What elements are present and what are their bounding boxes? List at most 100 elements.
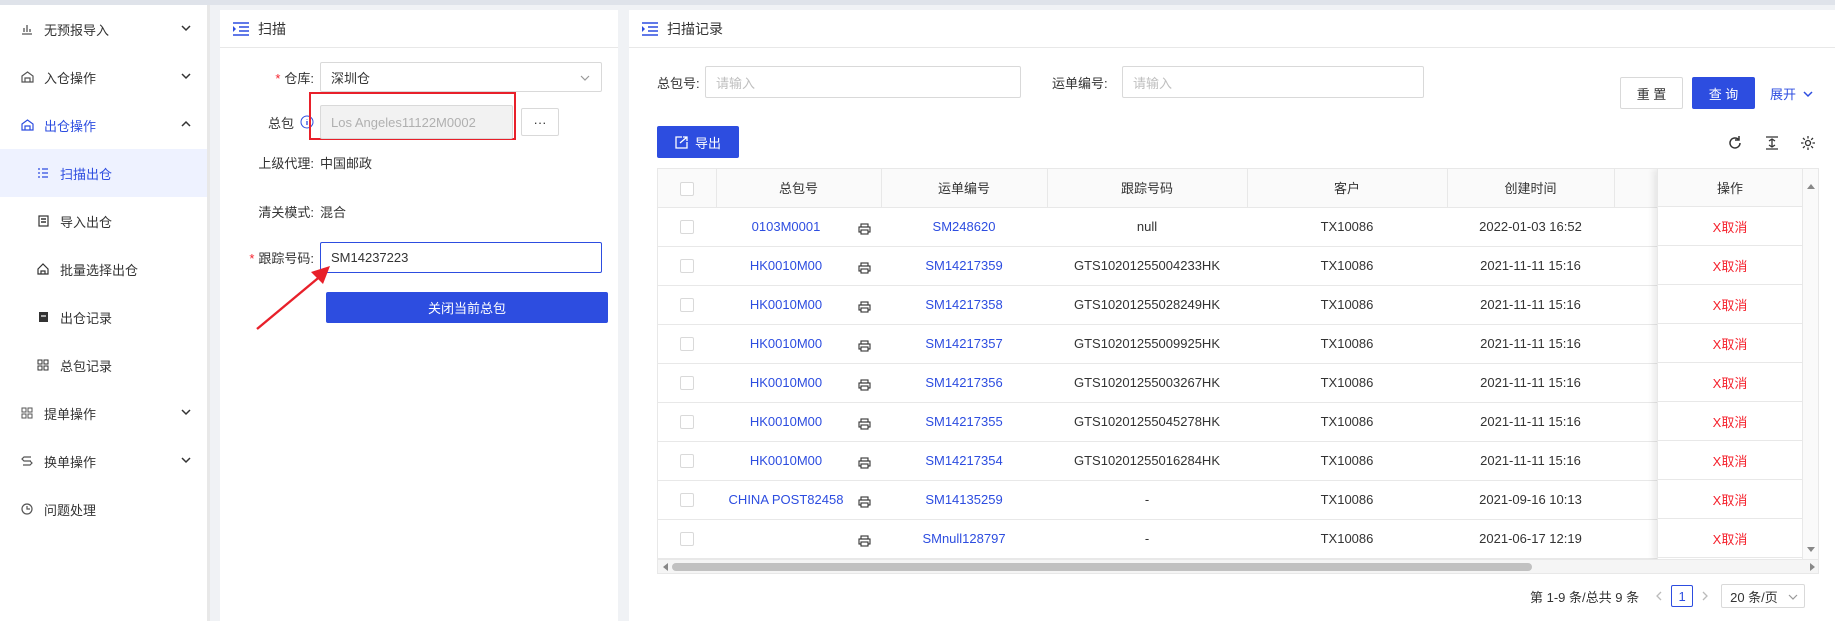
package-link[interactable]: HK0010M00 (726, 336, 846, 351)
sidebar-item-label: 问题处理 (44, 502, 97, 518)
sidebar-subitem-import-out[interactable]: 导入出仓 (0, 197, 210, 245)
waybill-link[interactable]: SM14217357 (925, 336, 1002, 351)
expand-toggle[interactable]: 展开 (1770, 84, 1814, 103)
cancel-button[interactable]: X取消 (1713, 373, 1748, 392)
horizontal-scrollbar[interactable] (658, 559, 1818, 573)
waybill-link[interactable]: SMnull128797 (922, 531, 1005, 546)
sidebar-item-no-forecast-import[interactable]: 无预报导入 (0, 5, 210, 53)
waybill-link[interactable]: SM14217359 (925, 258, 1002, 273)
package-link[interactable]: 0103M0001 (726, 219, 846, 234)
column-header[interactable]: 总包号 (716, 169, 882, 208)
tracking-input[interactable]: SM14237223 (320, 242, 602, 273)
row-checkbox[interactable] (680, 376, 694, 391)
cancel-button[interactable]: X取消 (1713, 490, 1748, 509)
scroll-right-icon[interactable] (1810, 563, 1816, 571)
waybill-cell: SMnull128797 (881, 519, 1047, 559)
chevron-up-icon (181, 120, 191, 127)
print-icon[interactable] (858, 223, 871, 235)
sidebar-item-bill-ops[interactable]: 提单操作 (0, 389, 210, 437)
column-header[interactable]: 客户 (1247, 169, 1448, 208)
scroll-up-icon[interactable] (1807, 183, 1815, 189)
row-checkbox[interactable] (680, 298, 694, 313)
cancel-button[interactable]: X取消 (1713, 529, 1748, 548)
page-number-current[interactable]: 1 (1671, 585, 1694, 607)
sidebar-subitem-out-records[interactable]: 出仓记录 (0, 293, 210, 341)
print-icon[interactable] (858, 379, 871, 391)
created-time-cell: 2021-11-11 15:16 (1447, 324, 1614, 364)
print-icon[interactable] (858, 418, 871, 430)
package-link[interactable]: HK0010M00 (726, 414, 846, 429)
sidebar-item-swap-ops[interactable]: 换单操作 (0, 437, 210, 485)
sidebar-subitem-label: 扫描出仓 (60, 166, 113, 182)
row-checkbox[interactable] (680, 337, 694, 352)
next-page-icon[interactable] (1701, 591, 1709, 601)
cancel-button[interactable]: X取消 (1713, 295, 1748, 314)
column-height-icon[interactable] (1764, 135, 1780, 151)
sidebar-item-warehouse-out[interactable]: 出仓操作 (0, 101, 210, 149)
waybill-placeholder: 请输入 (1133, 75, 1173, 91)
print-icon[interactable] (858, 262, 871, 274)
row-checkbox[interactable] (680, 415, 694, 430)
waybill-link[interactable]: SM248620 (933, 219, 996, 234)
package-link[interactable]: HK0010M00 (726, 297, 846, 312)
cancel-button[interactable]: X取消 (1713, 256, 1748, 275)
cancel-button[interactable]: X取消 (1713, 334, 1748, 353)
query-button[interactable]: 查 询 (1692, 77, 1755, 109)
record-icon (36, 310, 50, 324)
sidebar-subitem-scan-out[interactable]: 扫描出仓 (0, 149, 210, 197)
tracking-cell: GTS10201255003267HK (1047, 363, 1247, 403)
package-link[interactable]: CHINA POST82458 (726, 492, 846, 507)
menu-indent-icon (642, 21, 658, 36)
waybill-label: 运单编号: (1052, 75, 1108, 91)
package-input[interactable]: Los Angeles11122M0002 (320, 105, 513, 139)
row-checkbox[interactable] (680, 493, 694, 508)
page-size-select[interactable]: 20 条/页 (1721, 584, 1806, 608)
package-link[interactable]: HK0010M00 (726, 258, 846, 273)
column-header[interactable]: 运单编号 (881, 169, 1048, 208)
scroll-down-icon[interactable] (1807, 547, 1815, 553)
column-header[interactable]: 跟踪号码 (1047, 169, 1248, 208)
waybill-link[interactable]: SM14217354 (925, 453, 1002, 468)
print-icon[interactable] (858, 496, 871, 508)
reset-button[interactable]: 重 置 (1620, 77, 1683, 109)
sidebar-subitem-package-records[interactable]: 总包记录 (0, 341, 210, 389)
sidebar-item-warehouse-in[interactable]: 入仓操作 (0, 53, 210, 101)
warehouse-select[interactable]: 深圳仓 (320, 62, 602, 92)
column-header[interactable]: 创建时间 (1447, 169, 1615, 208)
package-no-input[interactable]: 请输入 (705, 66, 1021, 98)
cancel-button[interactable]: X取消 (1713, 217, 1748, 236)
row-checkbox[interactable] (680, 454, 694, 469)
print-icon[interactable] (858, 301, 871, 313)
refresh-icon[interactable] (1727, 135, 1743, 151)
sidebar-item-issues[interactable]: 问题处理 (0, 485, 210, 533)
export-button[interactable]: 导出 (657, 126, 739, 158)
prev-page-icon[interactable] (1655, 591, 1663, 601)
waybill-link[interactable]: SM14135259 (925, 492, 1002, 507)
row-checkbox[interactable] (680, 259, 694, 274)
sidebar-subitem-batch-out[interactable]: 批量选择出仓 (0, 245, 210, 293)
table-row: 0103M0001 SM248620 null TX10086 2022-01-03 1… (658, 207, 1818, 247)
vertical-scrollbar[interactable] (1802, 169, 1818, 561)
waybill-link[interactable]: SM14217355 (925, 414, 1002, 429)
close-package-button[interactable]: 关闭当前总包 (326, 292, 608, 323)
scroll-left-icon[interactable] (662, 563, 668, 571)
records-table: 总包号 运单编号 跟踪号码 客户 创建时间 0103M0001 SM248620 n… (657, 168, 1819, 574)
package-link[interactable]: HK0010M00 (726, 375, 846, 390)
scrollbar-thumb[interactable] (672, 563, 1532, 571)
print-icon[interactable] (858, 535, 871, 547)
waybill-link[interactable]: SM14217358 (925, 297, 1002, 312)
cancel-button[interactable]: X取消 (1713, 451, 1748, 470)
cancel-button[interactable]: X取消 (1713, 412, 1748, 431)
package-link[interactable]: HK0010M00 (726, 453, 846, 468)
waybill-link[interactable]: SM14217356 (925, 375, 1002, 390)
gear-icon[interactable] (1800, 135, 1816, 151)
warehouse-row: * 仓库: 深圳仓 (220, 62, 602, 92)
print-icon[interactable] (858, 457, 871, 469)
customer-cell: TX10086 (1247, 480, 1447, 520)
sidebar-scrollbar[interactable] (207, 5, 210, 621)
waybill-input[interactable]: 请输入 (1122, 66, 1424, 98)
row-checkbox[interactable] (680, 532, 694, 547)
select-all-checkbox[interactable] (679, 181, 694, 196)
print-icon[interactable] (858, 340, 871, 352)
row-checkbox[interactable] (680, 220, 694, 235)
